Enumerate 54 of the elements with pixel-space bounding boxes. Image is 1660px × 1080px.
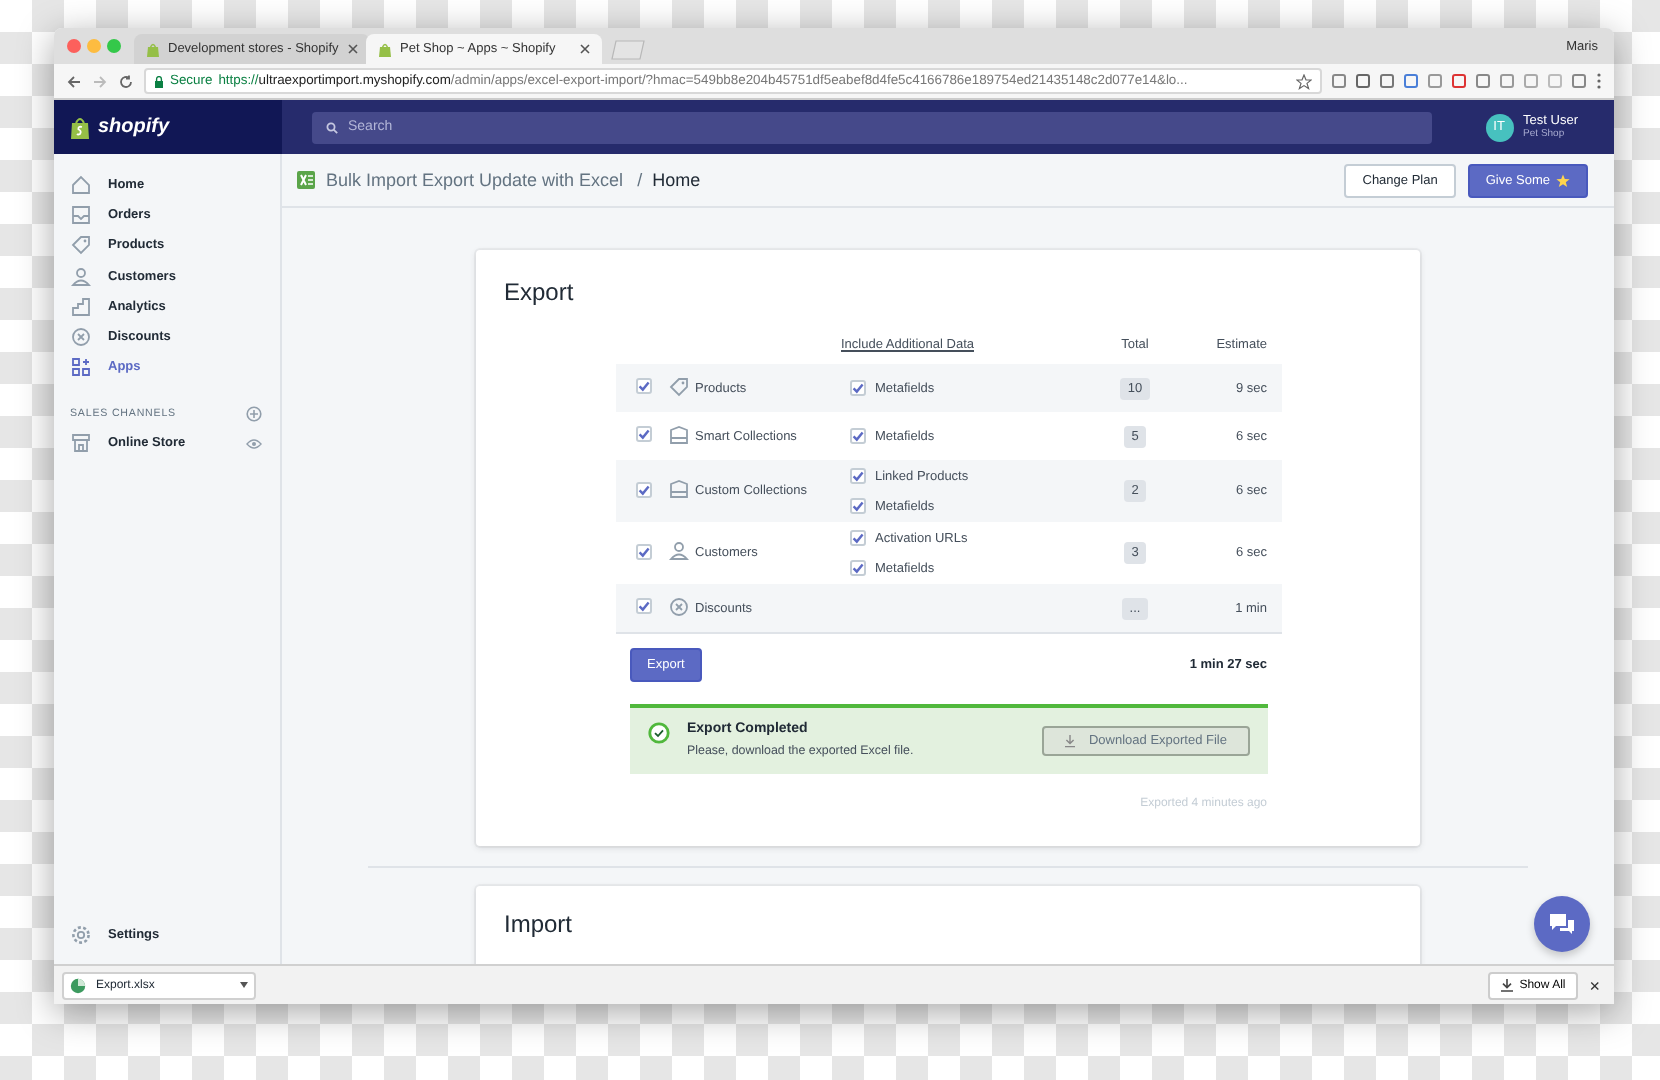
checkbox[interactable]: [849, 530, 865, 546]
checkbox[interactable]: [849, 428, 865, 444]
close-icon[interactable]: [348, 44, 358, 54]
shopify-bag-icon: [70, 115, 90, 139]
file-icon: [70, 977, 86, 993]
person-icon: [667, 540, 689, 562]
logo-text: shopify: [98, 116, 170, 138]
eye-icon[interactable]: [246, 437, 262, 450]
orders-icon: [70, 204, 92, 227]
shopify-bag-icon: [146, 41, 160, 57]
lock-icon: [154, 75, 164, 87]
checkbox[interactable]: [635, 426, 651, 442]
collection-icon: [667, 478, 689, 500]
checkbox[interactable]: [635, 378, 651, 394]
checkbox[interactable]: [849, 468, 865, 484]
back-icon[interactable]: [66, 73, 82, 89]
discount-icon: [667, 595, 689, 617]
chat-button[interactable]: [1534, 896, 1590, 952]
caret-icon[interactable]: [240, 982, 248, 988]
breadcrumb-separator: /: [637, 170, 643, 190]
products-icon: [70, 234, 92, 257]
gear-icon: [70, 923, 92, 946]
analytics-icon: [70, 295, 92, 318]
apps-icon: [70, 356, 92, 379]
checkbox[interactable]: [635, 481, 651, 497]
checkbox[interactable]: [849, 380, 865, 396]
card-title: Import: [504, 910, 575, 938]
more-icon[interactable]: [1596, 72, 1602, 90]
checkbox[interactable]: [849, 560, 865, 576]
star-icon[interactable]: [1296, 73, 1312, 89]
close-icon[interactable]: [580, 44, 590, 54]
spreadsheet-icon: [296, 170, 316, 190]
download-icon: [1064, 733, 1077, 747]
add-icon[interactable]: [246, 406, 262, 423]
checkbox[interactable]: [849, 498, 865, 514]
discounts-icon: [70, 326, 92, 349]
check-circle-icon: [647, 722, 669, 744]
checkbox[interactable]: [635, 598, 651, 614]
storefront-icon: [70, 432, 92, 455]
home-icon: [70, 174, 92, 197]
reload-icon[interactable]: [118, 73, 134, 89]
shopify-bag-icon: [378, 41, 392, 57]
collection-icon: [667, 423, 689, 445]
customers-icon: [70, 265, 92, 288]
tag-icon: [667, 375, 689, 397]
checkbox[interactable]: [635, 543, 651, 559]
download-icon: [1499, 978, 1514, 992]
window-controls-icon: [66, 38, 126, 54]
close-button[interactable]: ×: [1589, 975, 1600, 995]
star-icon: [1556, 173, 1570, 187]
card-title: Export: [504, 278, 576, 306]
breadcrumb-link[interactable]: Bulk Import Export Update with Excel: [326, 170, 624, 190]
page-title: Home: [652, 170, 701, 190]
chat-bubbles-icon: [1548, 912, 1576, 936]
